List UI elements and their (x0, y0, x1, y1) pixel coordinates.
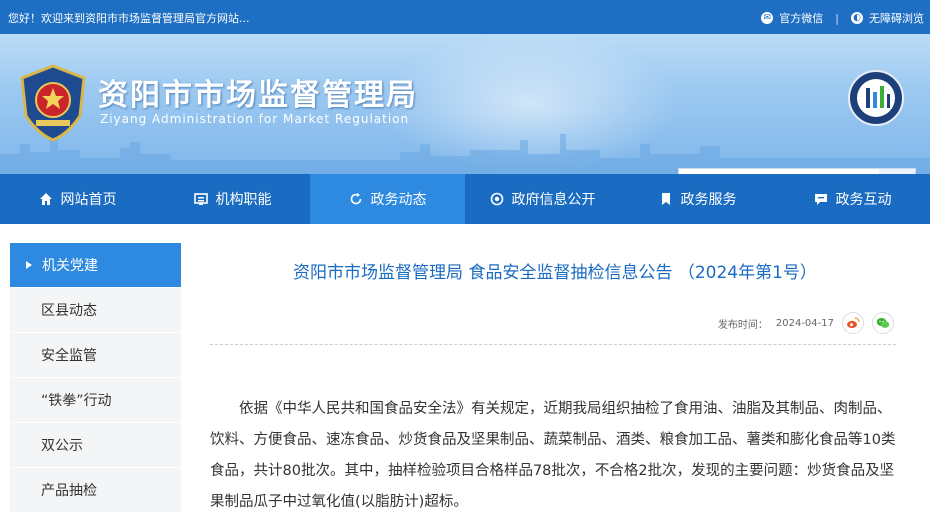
agency-logo-icon (848, 70, 904, 126)
nav-item-disclosure[interactable]: 政府信息公开 (465, 174, 620, 224)
publish-label: 发布时间： (717, 319, 768, 331)
accessibility-link[interactable]: 无障碍浏览 (869, 10, 924, 26)
nav-item-interaction[interactable]: 政务互动 (775, 174, 930, 224)
main-nav: 网站首页 机构职能 政务动态 政府信息公开 政务服务 政务互动 (0, 174, 930, 224)
nav-label: 网站首页 (60, 192, 117, 208)
sidebar-item-product-sampling[interactable]: 产品抽检 (10, 468, 181, 513)
wechat-share-button[interactable] (872, 312, 894, 334)
sidebar-item-label: 机关党建 (42, 258, 98, 274)
sidebar-item-label: “铁拳”行动 (41, 393, 112, 409)
accessibility-icon: ◐ (851, 12, 863, 24)
nav-item-news[interactable]: 政务动态 (310, 174, 465, 224)
site-title: 资阳市市场监督管理局 (98, 78, 418, 113)
separator: | (835, 11, 839, 25)
police-emblem-icon (20, 64, 86, 142)
content-divider (210, 344, 896, 345)
sidebar-item-safety-supervision[interactable]: 安全监管 (10, 333, 181, 378)
nav-item-services[interactable]: 政务服务 (620, 174, 775, 224)
wechat-icon: ✉ (761, 12, 774, 24)
article-body: 依据《中华人民共和国食品安全法》有关规定，近期我局组织抽检了食用油、油脂及其制品… (210, 401, 896, 510)
home-icon (39, 193, 52, 205)
org-icon (193, 193, 208, 205)
article-title: 资阳市市场监督管理局 食品安全监督抽检信息公告 （2024年第1号） (293, 263, 817, 283)
refresh-icon (350, 193, 361, 205)
publish-date: 2024-04-17 (775, 317, 834, 329)
wechat-link[interactable]: 官方微信 (779, 10, 823, 26)
nav-label: 政务服务 (680, 192, 737, 208)
chat-icon (814, 194, 827, 205)
nav-label: 机构职能 (215, 192, 272, 208)
sidebar-item-label: 双公示 (41, 438, 83, 454)
weibo-share-button[interactable] (842, 312, 864, 334)
sidebar-item-label: 安全监管 (41, 348, 97, 364)
arrow-right-icon (26, 261, 32, 269)
target-icon (490, 192, 503, 206)
nav-item-home[interactable]: 网站首页 (0, 174, 155, 224)
sidebar-item-county-news[interactable]: 区县动态 (10, 288, 181, 333)
nav-label: 政务动态 (370, 192, 427, 208)
sidebar-item-label: 产品抽检 (41, 483, 97, 499)
nav-label: 政府信息公开 (511, 192, 596, 208)
sidebar-item-label: 区县动态 (41, 303, 97, 319)
weibo-icon (847, 317, 860, 329)
nav-item-functions[interactable]: 机构职能 (155, 174, 310, 224)
sidebar: 机关党建 区县动态 安全监管 “铁拳”行动 双公示 产品抽检 (10, 243, 181, 513)
wechat-share-icon (876, 318, 890, 328)
sidebar-item-iron-fist[interactable]: “铁拳”行动 (10, 378, 181, 423)
top-bar: 您好！欢迎来到资阳市市场监督管理局官方网站... ✉ 官方微信 | ◐ 无障碍浏… (0, 0, 930, 34)
sidebar-item-double-publicity[interactable]: 双公示 (10, 423, 181, 468)
header-banner: 资阳市市场监督管理局 Ziyang Administration for Mar… (0, 34, 930, 174)
bookmark-icon (661, 193, 670, 205)
welcome-text: 您好！欢迎来到资阳市市场监督管理局官方网站... (8, 12, 250, 25)
top-bar-links: ✉ 官方微信 | ◐ 无障碍浏览 (761, 10, 924, 26)
nav-label: 政务互动 (835, 192, 892, 208)
site-subtitle: Ziyang Administration for Market Regulat… (100, 112, 410, 126)
article-meta: 发布时间： 2024-04-17 (718, 312, 894, 334)
sidebar-item-party-building[interactable]: 机关党建 (10, 243, 181, 288)
